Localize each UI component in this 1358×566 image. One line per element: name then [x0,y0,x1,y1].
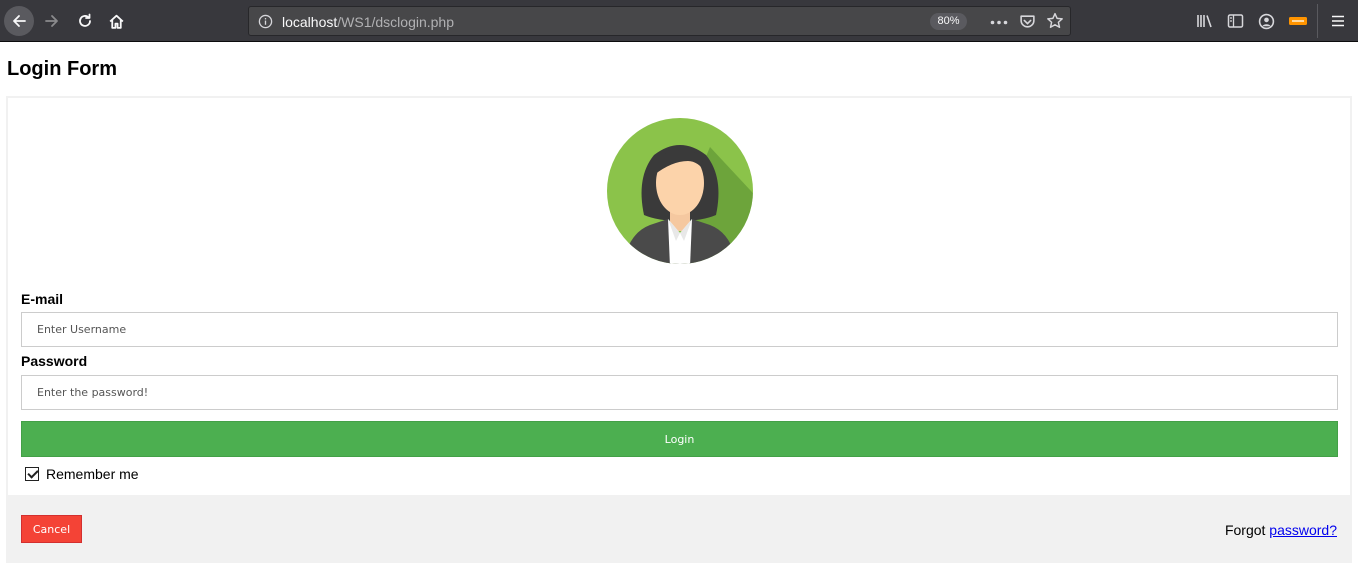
login-button[interactable]: Login [21,421,1338,457]
password-field[interactable] [21,375,1338,410]
extension-button[interactable] [1288,11,1308,31]
url-host: localhost [282,14,338,30]
extension-icon [1289,17,1307,25]
home-icon [109,14,123,29]
sidebar-icon [1227,14,1243,28]
library-button[interactable] [1194,11,1214,31]
remember-me-checkbox[interactable] [25,467,39,481]
remember-me[interactable]: Remember me [25,465,139,483]
forgot-password: Forgot password? [1225,522,1337,538]
page-title: Login Form [7,58,117,80]
more-actions-icon[interactable] [990,20,1008,25]
forgot-password-link[interactable]: password? [1269,522,1337,538]
home-button[interactable] [101,6,131,36]
menu-button[interactable] [1328,11,1348,31]
form-footer: Cancel Forgot password? [8,495,1350,561]
hamburger-menu-icon [1332,15,1344,27]
reload-button[interactable] [70,6,100,36]
email-label: E-mail [21,291,64,307]
arrow-right-icon [45,15,58,27]
login-form: E-mail Password Login Remember me Cancel… [6,96,1352,563]
remember-me-label: Remember me [46,466,139,482]
reload-icon [79,13,91,27]
sidebar-button[interactable] [1225,11,1245,31]
url-text: localhost/WS1/dsclogin.php [282,14,454,30]
info-icon [258,14,273,29]
account-button[interactable] [1256,11,1276,31]
back-button[interactable] [4,6,34,36]
email-field[interactable] [21,312,1338,347]
zoom-indicator[interactable]: 80% [930,13,967,30]
account-icon [1258,13,1274,29]
browser-toolbar: localhost/WS1/dsclogin.php 80% [0,0,1358,42]
bookmark-star-icon[interactable] [1046,12,1064,30]
address-bar[interactable]: localhost/WS1/dsclogin.php 80% [248,6,1071,36]
url-path: /WS1/dsclogin.php [337,14,454,30]
library-icon [1196,15,1212,28]
forward-button[interactable] [37,6,67,36]
arrow-left-icon [13,15,26,27]
forgot-text: Forgot [1224,522,1266,538]
avatar-image [607,118,753,264]
cancel-button[interactable]: Cancel [21,515,82,543]
toolbar-divider [1317,4,1318,38]
password-label: Password [21,353,88,369]
pocket-icon[interactable] [1019,13,1036,30]
